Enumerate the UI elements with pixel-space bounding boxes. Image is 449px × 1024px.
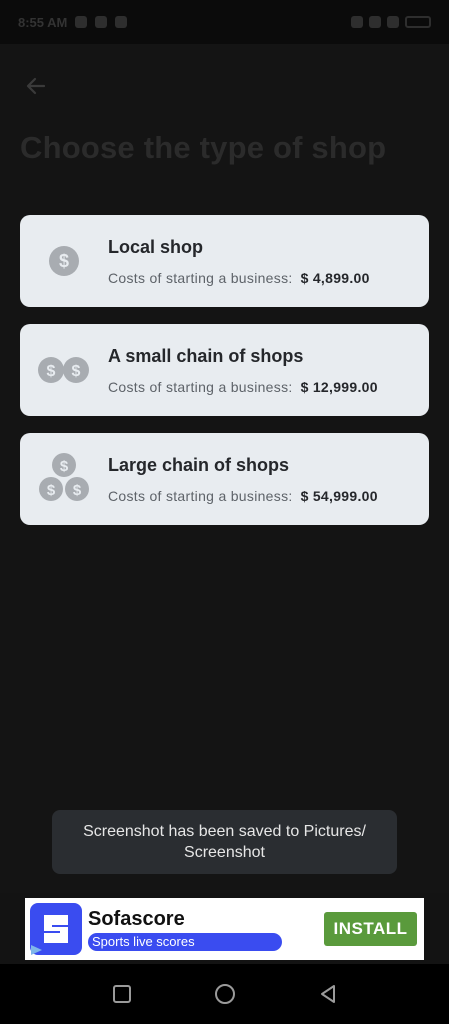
svg-text:$: $ xyxy=(47,482,56,499)
card-icon-wrap: $ $ $ xyxy=(20,433,108,525)
back-nav-button[interactable] xyxy=(308,974,348,1014)
shop-option-local[interactable]: $ Local shop Costs of starting a busines… xyxy=(20,215,429,307)
sofascore-s-icon xyxy=(44,915,68,943)
page-title: Choose the type of shop xyxy=(20,130,387,165)
square-icon xyxy=(112,985,131,1003)
battery-icon xyxy=(405,16,431,28)
shop-option-large-chain[interactable]: $ $ $ Large chain of shops Costs of star… xyxy=(20,433,429,525)
cost-label: Costs of starting a business: xyxy=(108,269,293,286)
ad-tagline: Sports live scores xyxy=(88,932,282,951)
card-body: Large chain of shops Costs of starting a… xyxy=(108,455,429,504)
svg-text:$: $ xyxy=(72,363,81,380)
back-button[interactable] xyxy=(20,70,52,102)
card-cost-row: Costs of starting a business: $ 54,999.0… xyxy=(108,488,429,504)
status-bar: 8:55 AM xyxy=(0,0,449,44)
signal-icon xyxy=(369,16,381,28)
ad-text: Sofascore Sports live scores xyxy=(88,908,286,951)
three-coins-icon: $ $ $ xyxy=(39,453,89,501)
card-title: Local shop xyxy=(108,236,204,257)
status-right xyxy=(351,16,431,28)
cost-label: Costs of starting a business: xyxy=(108,378,293,395)
notification-icon xyxy=(95,16,108,28)
ad-choices-icon[interactable] xyxy=(30,944,44,956)
circle-icon xyxy=(214,984,235,1004)
two-coins-icon: $ $ xyxy=(38,357,89,383)
notification-icon xyxy=(75,16,88,28)
notification-icon xyxy=(115,16,128,28)
home-button[interactable] xyxy=(205,974,245,1014)
screenshot-toast: Screenshot has been saved to Pictures/ S… xyxy=(52,810,397,874)
cost-value: $ 12,999.00 xyxy=(300,378,378,395)
cost-value: $ 54,999.00 xyxy=(300,487,378,504)
alarm-icon xyxy=(351,16,363,28)
card-cost-row: Costs of starting a business: $ 4,899.00 xyxy=(108,270,429,286)
cost-value: $ 4,899.00 xyxy=(300,269,370,286)
card-icon-wrap: $ xyxy=(20,215,108,307)
card-body: Local shop Costs of starting a business:… xyxy=(108,237,429,286)
status-time: 8:55 AM xyxy=(18,14,68,30)
system-nav-bar xyxy=(0,964,449,1024)
triangle-back-icon xyxy=(320,985,335,1003)
card-body: A small chain of shops Costs of starting… xyxy=(108,346,429,395)
status-left: 8:55 AM xyxy=(18,14,128,30)
shop-option-small-chain[interactable]: $ $ A small chain of shops Costs of star… xyxy=(20,324,429,416)
screen: 8:55 AM Choose the type of shop $ Local … xyxy=(0,0,449,1024)
svg-text:$: $ xyxy=(60,458,69,475)
card-title: Large chain of shops xyxy=(108,454,290,475)
install-button[interactable]: INSTALL xyxy=(324,912,417,946)
card-title: A small chain of shops xyxy=(108,345,304,366)
svg-text:$: $ xyxy=(73,482,82,499)
svg-text:$: $ xyxy=(47,363,56,380)
arrow-left-icon xyxy=(26,77,46,95)
svg-text:$: $ xyxy=(59,251,69,271)
ad-area: Sofascore Sports live scores INSTALL xyxy=(0,893,449,964)
card-cost-row: Costs of starting a business: $ 12,999.0… xyxy=(108,379,429,395)
card-icon-wrap: $ $ xyxy=(20,324,108,416)
cost-label: Costs of starting a business: xyxy=(108,487,293,504)
recents-button[interactable] xyxy=(102,974,142,1014)
single-coin-icon: $ xyxy=(49,246,79,276)
wifi-icon xyxy=(387,16,399,28)
ad-app-name: Sofascore xyxy=(88,907,185,930)
ad-banner[interactable]: Sofascore Sports live scores INSTALL xyxy=(25,898,424,960)
